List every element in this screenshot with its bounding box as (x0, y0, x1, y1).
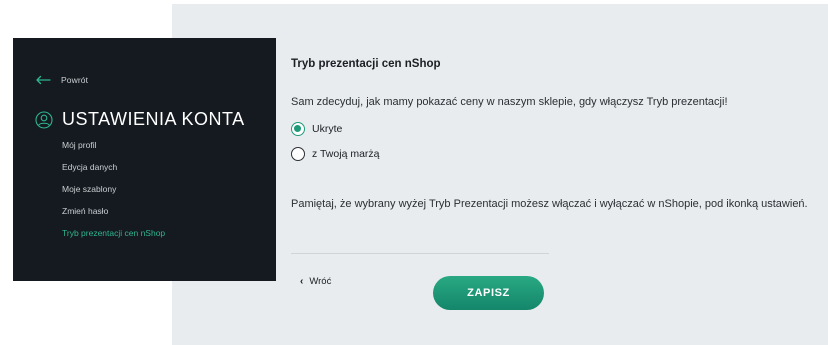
sidebar-item-change-password[interactable]: Zmień hasło (62, 205, 165, 227)
sidebar-back-link[interactable]: Powrót (35, 75, 88, 85)
account-settings-sidebar: Powrót USTAWIENIA KONTA Mój profil Edycj… (13, 38, 276, 281)
radio-button-with-margin[interactable] (291, 147, 305, 161)
section-description: Sam zdecyduj, jak mamy pokazać ceny w na… (291, 96, 728, 108)
chevron-left-icon: ‹ (300, 276, 304, 287)
sidebar-title: USTAWIENIA KONTA (62, 109, 245, 129)
sidebar-item-price-presentation-mode[interactable]: Tryb prezentacji cen nShop (62, 227, 165, 249)
back-link-label: Wróć (309, 276, 332, 287)
sidebar-item-my-profile[interactable]: Mój profil (62, 139, 165, 161)
page: Powrót USTAWIENIA KONTA Mój profil Edycj… (0, 0, 828, 345)
sidebar-item-my-templates[interactable]: Moje szablony (62, 183, 165, 205)
divider (291, 253, 549, 254)
radio-button-hidden[interactable] (291, 122, 305, 136)
radio-label-with-margin: z Twoją marżą (312, 148, 380, 160)
back-link[interactable]: ‹ Wróć (300, 276, 331, 287)
user-icon (35, 110, 53, 129)
sidebar-header: USTAWIENIA KONTA (35, 109, 245, 130)
sidebar-menu: Mój profil Edycja danych Moje szablony Z… (62, 139, 165, 249)
section-title: Tryb prezentacji cen nShop (291, 58, 441, 70)
sidebar-back-label: Powrót (61, 75, 89, 85)
radio-option-hidden[interactable]: Ukryte (291, 122, 342, 136)
info-note: Pamiętaj, że wybrany wyżej Tryb Prezenta… (291, 198, 808, 210)
radio-option-with-margin[interactable]: z Twoją marżą (291, 147, 380, 161)
arrow-left-icon (36, 75, 51, 85)
save-button[interactable]: ZAPISZ (433, 276, 544, 310)
radio-label-hidden: Ukryte (312, 123, 343, 135)
sidebar-item-edit-data[interactable]: Edycja danych (62, 161, 165, 183)
